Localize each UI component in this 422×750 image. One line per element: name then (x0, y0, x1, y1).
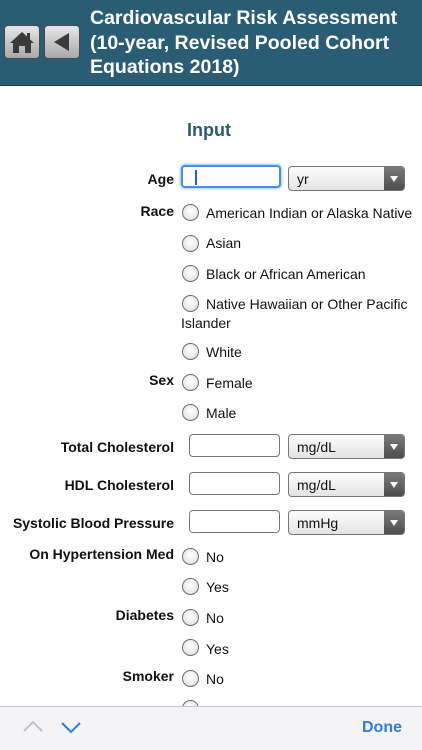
chevron-down-icon[interactable] (60, 721, 82, 735)
age-unit-select[interactable]: yr (288, 166, 405, 191)
diabetes-radio-no[interactable] (182, 609, 199, 626)
text-caret (195, 170, 197, 185)
race-option-label: Native Hawaiian or Other Pacific (206, 296, 408, 312)
chevron-up-icon[interactable] (22, 719, 44, 733)
race-radio-white[interactable] (182, 343, 199, 360)
app-header: Cardiovascular Risk Assessment (10-year,… (0, 0, 422, 86)
home-button[interactable] (4, 25, 40, 59)
back-arrow-icon (54, 33, 69, 51)
home-icon (10, 32, 34, 53)
hdl-cholesterol-unit-value: mg/dL (297, 477, 336, 493)
race-option-label: White (206, 344, 242, 360)
age-unit-value: yr (297, 171, 309, 187)
sex-radio-male[interactable] (182, 404, 199, 421)
race-radio-black[interactable] (182, 265, 199, 282)
sex-option-label: Male (206, 405, 237, 421)
back-button[interactable] (44, 25, 80, 59)
hypertension-med-radio-yes[interactable] (182, 578, 199, 595)
race-label: Race (140, 203, 174, 219)
systolic-bp-input[interactable] (189, 510, 280, 533)
diabetes-option-label: Yes (206, 641, 229, 657)
systolic-bp-unit-select[interactable]: mmHg (288, 510, 405, 535)
hdl-cholesterol-unit-select[interactable]: mg/dL (288, 472, 405, 497)
diabetes-radio-yes[interactable] (182, 639, 199, 656)
done-button[interactable]: Done (362, 719, 402, 737)
race-option-label-cont: Islander (181, 315, 231, 331)
section-title: Input (187, 120, 231, 140)
age-input[interactable] (181, 165, 281, 188)
race-radio-american-indian[interactable] (182, 204, 199, 221)
systolic-bp-label: Systolic Blood Pressure (12, 515, 174, 531)
hdl-cholesterol-input[interactable] (189, 472, 280, 495)
total-cholesterol-unit-select[interactable]: mg/dL (288, 434, 405, 459)
race-option-label: American Indian or Alaska Native (206, 205, 413, 221)
chevron-down-icon (384, 511, 404, 534)
sex-radio-female[interactable] (182, 374, 199, 391)
diabetes-label: Diabetes (115, 607, 174, 623)
total-cholesterol-label: Total Cholesterol (60, 439, 174, 455)
section-heading: Input (0, 120, 422, 141)
systolic-bp-unit-value: mmHg (297, 515, 339, 531)
chevron-down-icon (384, 167, 404, 190)
chevron-down-icon (384, 473, 404, 496)
smoker-option-label: No (206, 671, 224, 687)
sex-option-label: Female (206, 375, 253, 391)
race-radio-pacific-islander[interactable] (182, 295, 199, 312)
smoker-radio-no[interactable] (182, 670, 199, 687)
race-radio-asian[interactable] (182, 235, 199, 252)
age-label: Age (147, 171, 174, 187)
race-option-label: Black or African American (206, 266, 366, 282)
keyboard-accessory-bar: Done (0, 706, 422, 750)
hypertension-med-label: On Hypertension Med (29, 546, 174, 562)
total-cholesterol-input[interactable] (189, 434, 280, 457)
chevron-down-icon (384, 435, 404, 458)
hdl-cholesterol-label: HDL Cholesterol (64, 477, 174, 493)
hypertension-med-option-label: Yes (206, 579, 229, 595)
total-cholesterol-unit-value: mg/dL (297, 439, 336, 455)
hypertension-med-radio-no[interactable] (182, 548, 199, 565)
smoker-label: Smoker (122, 668, 174, 684)
diabetes-option-label: No (206, 610, 224, 626)
page-title: Cardiovascular Risk Assessment (10-year,… (90, 7, 398, 78)
sex-label: Sex (149, 372, 174, 388)
hypertension-med-option-label: No (206, 549, 224, 565)
race-option-label: Asian (206, 235, 242, 251)
